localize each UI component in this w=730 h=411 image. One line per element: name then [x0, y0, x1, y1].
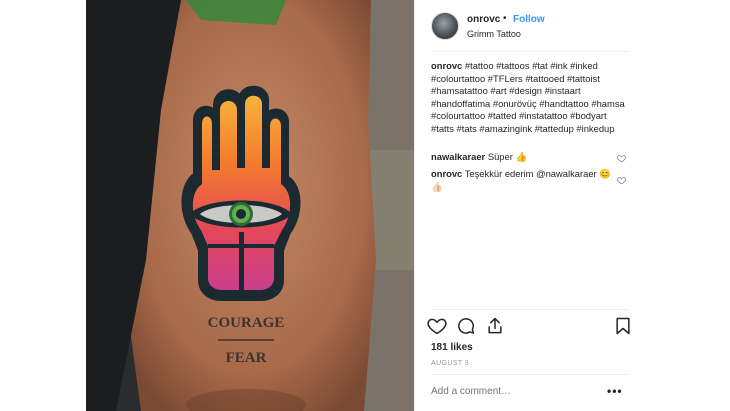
- left-margin: [0, 0, 86, 411]
- comment-like-icon[interactable]: [617, 176, 626, 185]
- comment-username[interactable]: onrovc: [431, 168, 462, 179]
- location-link[interactable]: Grimm Tattoo: [467, 29, 521, 39]
- actions-divider: [431, 309, 629, 310]
- header-username[interactable]: onrovc: [467, 14, 500, 25]
- header-separator: •: [503, 13, 507, 24]
- likes-count[interactable]: 181 likes: [431, 342, 473, 353]
- header-divider: [431, 51, 629, 52]
- post-photo[interactable]: COURAGE FEAR: [86, 0, 414, 411]
- comment-text: Süper 👍: [487, 151, 528, 162]
- right-margin: [644, 0, 730, 411]
- add-comment-input[interactable]: [431, 386, 591, 397]
- post-date: AUGUST 3: [431, 360, 470, 367]
- heart-icon[interactable]: [427, 316, 447, 336]
- tattoo-word-top: COURAGE: [208, 315, 285, 331]
- comment-item: onrovc Teşekkür ederim @nawalkaraer 😊👍🏻: [431, 168, 616, 193]
- caption-text: #tattoo #tattoos #tat #ink #inked #colou…: [431, 60, 625, 134]
- avatar[interactable]: [431, 12, 459, 40]
- post-side-panel: onrovc • Follow Grimm Tattoo onrovc #tat…: [414, 0, 644, 411]
- post-header: onrovc • Follow Grimm Tattoo: [431, 10, 631, 42]
- share-icon[interactable]: [485, 316, 505, 336]
- follow-button[interactable]: Follow: [513, 14, 545, 25]
- comment-icon[interactable]: [456, 316, 476, 336]
- more-options-button[interactable]: •••: [607, 384, 623, 398]
- bookmark-icon[interactable]: [613, 316, 633, 336]
- post-actions: [427, 316, 633, 338]
- tattoo-word-bottom: FEAR: [226, 350, 267, 366]
- caption-username[interactable]: onrovc: [431, 60, 462, 71]
- comment-item: nawalkaraer Süper 👍: [431, 151, 616, 164]
- comment-box-divider: [431, 374, 629, 375]
- tattoo-image: COURAGE FEAR: [86, 0, 414, 411]
- comment-username[interactable]: nawalkaraer: [431, 151, 485, 162]
- comment-like-icon[interactable]: [617, 154, 626, 163]
- post-caption: onrovc #tattoo #tattoos #tat #ink #inked…: [431, 60, 631, 136]
